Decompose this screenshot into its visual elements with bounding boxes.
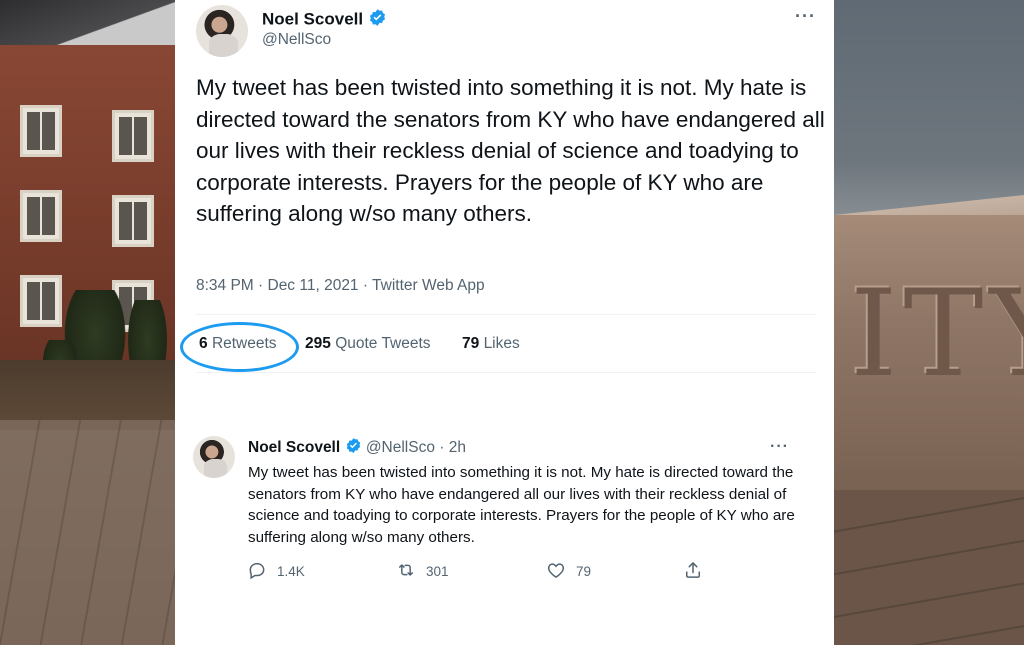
stone-pavement <box>834 490 1024 645</box>
likes-label: Likes <box>483 335 520 352</box>
brick-path <box>0 420 175 645</box>
quote-tweets-count: 295 <box>305 335 331 352</box>
verified-badge-icon <box>345 437 362 459</box>
reply-count: 1.4K <box>277 564 305 579</box>
building-window <box>20 190 62 242</box>
verified-badge-icon <box>368 8 387 32</box>
author-name[interactable]: Noel Scovell <box>262 9 363 28</box>
main-tweet-header: Noel Scovell <box>262 8 387 32</box>
building-window <box>20 105 62 157</box>
timeline-author-avatar[interactable] <box>193 436 235 478</box>
share-icon <box>683 560 703 583</box>
more-options-button[interactable]: ··· <box>795 6 816 27</box>
likes-stat[interactable]: 79 Likes <box>462 335 520 353</box>
timeline-tweet-text: My tweet has been twisted into something… <box>248 464 795 546</box>
quote-tweets-label: Quote Tweets <box>335 335 431 352</box>
building-window <box>112 110 154 162</box>
heart-icon <box>546 560 566 583</box>
building-window <box>112 195 154 247</box>
author-handle[interactable]: @NellSco <box>262 31 331 49</box>
timeline-more-options-button[interactable]: ··· <box>770 438 789 456</box>
share-button[interactable] <box>683 560 703 583</box>
divider <box>196 314 816 315</box>
header-separator: · <box>439 439 445 457</box>
like-count: 79 <box>576 564 592 579</box>
timeline-author-name[interactable]: Noel Scovell <box>248 439 340 456</box>
reply-button[interactable]: 1.4K <box>247 560 305 583</box>
building-window <box>20 275 62 327</box>
author-avatar[interactable] <box>196 5 248 57</box>
tweet-age[interactable]: 2h <box>449 439 466 456</box>
timeline-tweet-header: Noel Scovell @NellSco · 2h <box>248 437 466 459</box>
retweet-button[interactable]: 301 <box>396 560 449 583</box>
divider <box>196 372 816 373</box>
timeline-author-handle[interactable]: @NellSco <box>366 439 435 456</box>
like-button[interactable]: 79 <box>546 560 591 583</box>
highlight-circle <box>180 322 299 372</box>
building-roof <box>0 0 175 45</box>
main-tweet-text: My tweet has been twisted into something… <box>196 75 825 226</box>
reply-icon <box>247 560 267 583</box>
carved-letters: ITY <box>850 265 1024 404</box>
retweet-icon <box>396 560 416 583</box>
retweet-count: 301 <box>426 564 449 579</box>
quote-tweets-stat[interactable]: 295 Quote Tweets <box>305 335 431 353</box>
likes-count: 79 <box>462 335 480 352</box>
tweet-timestamp[interactable]: 8:34 PM · Dec 11, 2021 · Twitter Web App <box>196 277 485 295</box>
